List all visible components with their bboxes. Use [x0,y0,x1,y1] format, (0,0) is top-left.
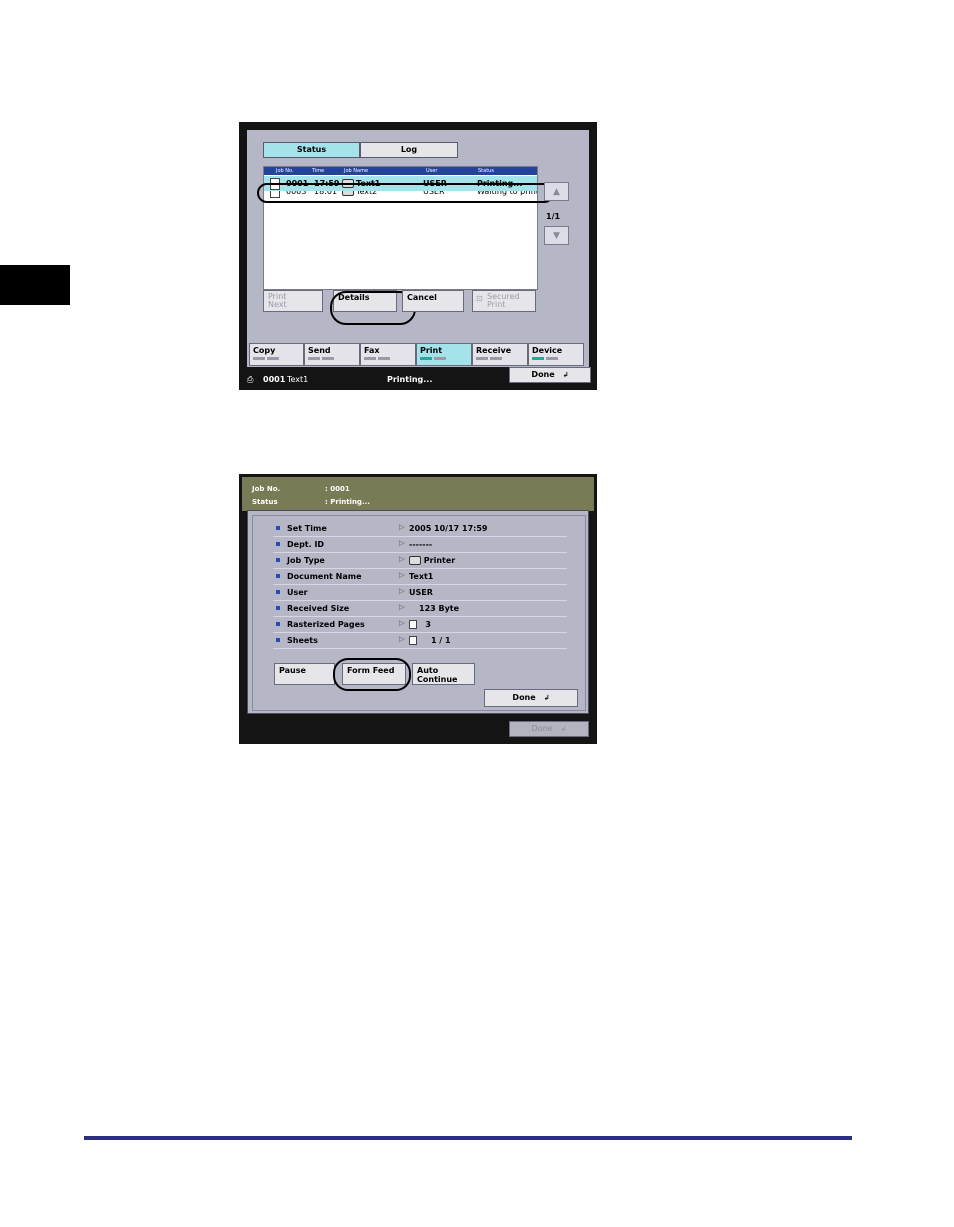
list-item: Dept. ID ▷ ------- [273,537,567,553]
sheets-icon [409,636,417,645]
corner-arrow-icon: ↲ [562,371,569,379]
list-item: Set Time ▷ 2005 10/17 17:59 [273,521,567,537]
status-label: Status [252,498,278,506]
func-send[interactable]: Send [304,343,360,366]
list-item: Sheets ▷ 1 / 1 [273,633,567,649]
tab-status[interactable]: Status [263,142,360,158]
pause-label: Pause [279,666,306,675]
list-item: Job Type ▷ Printer [273,553,567,569]
scroll-up-button[interactable]: ▲ [544,182,569,201]
print-next-button[interactable]: Print Next [263,290,323,312]
status-panel: Status Log Job No. Time Job Name User St… [247,130,589,367]
col-job-name: Job Name [344,168,369,174]
done-inactive-label: Done [531,724,553,733]
done-button[interactable]: Done ↲ [484,689,578,707]
status-job-no: 0001 [263,375,286,384]
footer-rule [84,1136,852,1140]
highlight-circle [257,183,554,203]
details-header: Job No. : 0001 Status : Printing... [242,477,594,511]
col-job-no: Job No. [276,168,294,174]
corner-arrow-icon: ↲ [543,694,550,702]
cancel-button[interactable]: Cancel [402,290,464,312]
pause-button[interactable]: Pause [274,663,335,685]
list-item: User ▷ USER [273,585,567,601]
printer-icon: ⎙ [247,375,254,384]
col-user: User [426,168,438,174]
scroll-down-button[interactable]: ▼ [544,226,569,245]
secured-label-2: Print [487,300,506,309]
job-list-header: Job No. Time Job Name User Status [264,167,537,175]
page-icon [409,620,417,629]
auto-label-1: Auto [417,666,439,675]
chapter-tab [0,265,70,305]
col-time: Time [312,168,325,174]
corner-arrow-icon: ↲ [560,725,567,733]
printer-icon [409,556,421,565]
job-no-value: : 0001 [325,485,350,493]
done-button-inactive: Done ↲ [509,721,589,737]
list-item: Rasterized Pages ▷ 3 [273,617,567,633]
func-copy[interactable]: Copy [249,343,304,366]
list-item: Document Name ▷ Text1 [273,569,567,585]
func-device[interactable]: Device [528,343,584,366]
done-button[interactable]: Done ↲ [509,367,591,383]
job-no-label: Job No. [252,485,281,493]
highlight-circle [333,658,411,691]
pointer-notch [449,336,459,342]
auto-continue-button[interactable]: Auto Continue [412,663,475,685]
done-label: Done [512,693,536,702]
secured-print-button[interactable]: ⊡ Secured Print [472,290,536,312]
list-item: Received Size ▷ 123 Byte [273,601,567,617]
func-print[interactable]: Print [416,343,472,366]
tab-log[interactable]: Log [360,142,458,158]
status-job-name: Text1 [287,375,309,384]
page-indicator: 1/1 [546,212,561,221]
func-receive[interactable]: Receive [472,343,528,366]
cancel-label: Cancel [407,293,437,302]
print-next-label-2: Next [268,300,287,309]
auto-label-2: Continue [417,675,458,684]
col-status: Status [478,168,494,174]
job-details-screen: Job No. : 0001 Status : Printing... Set … [239,474,597,744]
done-label: Done [531,370,555,379]
status-value: : Printing... [325,498,370,506]
func-fax[interactable]: Fax [360,343,416,366]
job-status-screen: Status Log Job No. Time Job Name User St… [239,122,597,390]
status-message: Printing... [387,375,433,384]
lock-icon: ⊡ [476,294,483,303]
